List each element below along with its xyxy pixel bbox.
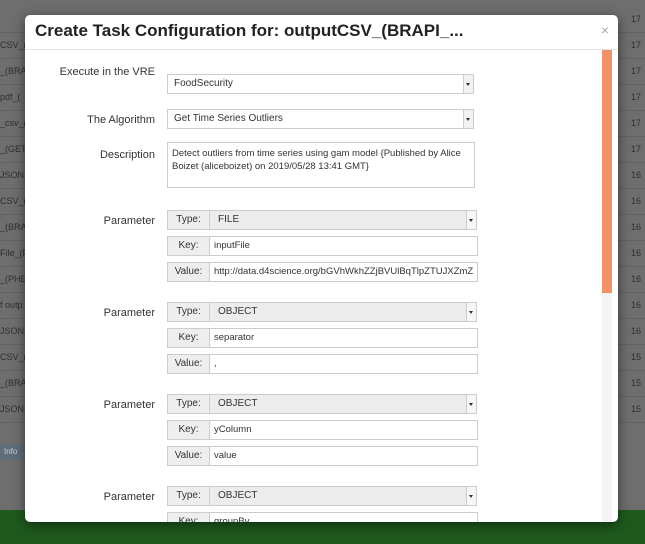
background-row-name: _(BRA — [0, 66, 27, 76]
parameter-value-input[interactable]: http://data.d4science.org/bGVhWkhZZjBVUl… — [210, 262, 478, 282]
key-addon: Key: — [167, 420, 210, 440]
key-addon: Key: — [167, 328, 210, 348]
background-row-date: 15 — [630, 352, 641, 362]
parameter-group: Type: OBJECT Key: separator Value:, — [167, 302, 479, 374]
vre-select[interactable]: FoodSecurity — [167, 74, 474, 94]
value-addon: Value: — [167, 354, 210, 374]
type-addon: Type: — [167, 302, 210, 322]
parameter-type-value: OBJECT — [218, 398, 258, 409]
parameter-type-value: OBJECT — [218, 490, 258, 501]
background-row-date: 16 — [630, 222, 641, 232]
background-row-date: 16 — [630, 196, 641, 206]
background-row-name: f outp — [0, 300, 23, 310]
background-row-date: 16 — [630, 248, 641, 258]
algorithm-label: The Algorithm — [87, 114, 155, 126]
parameter-key-input[interactable]: inputFile — [210, 236, 478, 256]
background-row-date: 16 — [630, 170, 641, 180]
value-addon: Value: — [167, 446, 210, 466]
parameter-type-select[interactable]: OBJECT — [210, 302, 477, 322]
parameter-label: Parameter — [103, 307, 155, 319]
parameter-value-input[interactable]: , — [210, 354, 478, 374]
parameter-type-select[interactable]: FILE — [210, 210, 477, 230]
parameter-label: Parameter — [103, 491, 155, 503]
type-addon: Type: — [167, 210, 210, 230]
parameter-label: Parameter — [103, 399, 155, 411]
parameter-key-input[interactable]: separator — [210, 328, 478, 348]
parameter-label: Parameter — [103, 215, 155, 227]
description-textarea[interactable]: Detect outliers from time series using g… — [167, 142, 475, 188]
parameter-type-value: OBJECT — [218, 306, 258, 317]
key-addon: Key: — [167, 512, 210, 522]
background-row-date: 17 — [630, 92, 641, 102]
background-row-date: 17 — [630, 66, 641, 76]
background-row-date: 17 — [630, 14, 641, 24]
background-row-date: 17 — [630, 144, 641, 154]
close-icon[interactable]: × — [601, 22, 609, 38]
chevron-down-icon — [466, 303, 476, 321]
parameter-key-input[interactable]: groupBy — [210, 512, 478, 522]
background-row-date: 15 — [630, 404, 641, 414]
key-addon: Key: — [167, 236, 210, 256]
vre-select-value: FoodSecurity — [174, 78, 233, 89]
parameter-group: Type:OBJECTKey:groupByValue: — [167, 486, 479, 522]
parameter-type-value: FILE — [218, 214, 240, 225]
type-addon: Type: — [167, 486, 210, 506]
parameter-type-select[interactable]: OBJECT — [210, 394, 477, 414]
parameter-group: Type: FILE Key: inputFile Value: http://data.… — [167, 210, 479, 282]
modal-body: Execute in the VRE FoodSecurity The Algo… — [25, 50, 618, 522]
type-addon: Type: — [167, 394, 210, 414]
background-row-date: 15 — [630, 378, 641, 388]
background-row-date: 16 — [630, 274, 641, 284]
parameter-key-input[interactable]: yColumn — [210, 420, 478, 440]
chevron-down-icon — [466, 395, 476, 413]
background-row-name: _(PHE — [0, 274, 27, 284]
background-row-name: _(GET — [0, 144, 27, 154]
background-row-date: 16 — [630, 300, 641, 310]
parameter-type-select[interactable]: OBJECT — [210, 486, 477, 506]
background-row-date: 17 — [630, 40, 641, 50]
modal-title: Create Task Configuration for: outputCSV… — [35, 21, 464, 40]
scrollbar-thumb[interactable] — [602, 50, 612, 293]
parameter-value-input[interactable]: value — [210, 446, 478, 466]
background-row-name: _(BRA — [0, 378, 27, 388]
background-row-date: 17 — [630, 118, 641, 128]
algorithm-select[interactable]: Get Time Series Outliers — [167, 109, 474, 129]
value-addon: Value: — [167, 262, 210, 282]
background-row-name: CSV_( — [0, 352, 27, 362]
background-row-name: _csv_( — [0, 118, 27, 128]
background-row-name: pdf_( — [0, 92, 21, 102]
chevron-down-icon — [466, 487, 476, 505]
background-row-date: 16 — [630, 326, 641, 336]
chevron-down-icon — [463, 110, 473, 128]
chevron-down-icon — [463, 75, 473, 93]
parameter-group: Type: OBJECT Key: yColumn Value: value — [167, 394, 479, 466]
algorithm-select-value: Get Time Series Outliers — [174, 113, 283, 124]
description-label: Description — [99, 149, 155, 161]
background-row-name: _(BRA — [0, 222, 27, 232]
task-config-modal: Create Task Configuration for: outputCSV… — [25, 15, 618, 522]
chevron-down-icon — [466, 211, 476, 229]
vre-label: Execute in the VRE — [59, 66, 155, 78]
modal-header: Create Task Configuration for: outputCSV… — [25, 15, 618, 50]
